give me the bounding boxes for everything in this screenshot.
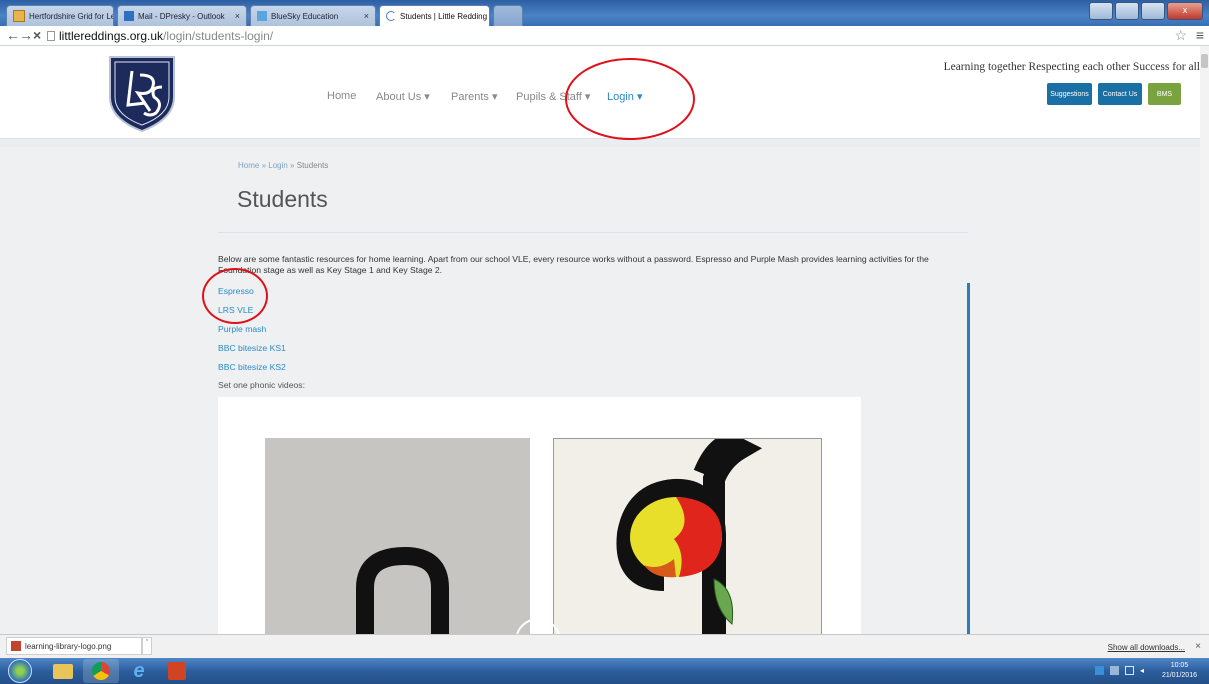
tab-close-icon[interactable]: ×	[358, 11, 369, 21]
windows-taskbar: e ◂	[0, 658, 1209, 684]
taskbar-clock[interactable]: 10:05 21/01/2016	[1162, 661, 1197, 681]
tray-app-icon[interactable]	[1095, 666, 1104, 675]
url-path: /login/students-login/	[163, 29, 274, 43]
link-purple-mash[interactable]: Purple mash	[218, 324, 266, 334]
letter-a-card-apple	[553, 432, 822, 635]
page-scrollbar[interactable]	[1200, 46, 1209, 634]
network-icon[interactable]	[1125, 666, 1134, 675]
mail-favicon-icon	[124, 11, 134, 21]
taskbar-powerpoint[interactable]	[159, 659, 195, 683]
chrome-icon	[92, 662, 110, 680]
tab-label: Hertfordshire Grid for Lea	[29, 11, 114, 21]
clock-date: 21/01/2016	[1161, 672, 1197, 679]
close-window-icon[interactable]: x	[1167, 2, 1203, 20]
tab-strip: Hertfordshire Grid for Lea × Mail - DPre…	[0, 0, 1209, 26]
link-bbc-bitesize-ks1[interactable]: BBC bitesize KS1	[218, 343, 286, 353]
back-icon[interactable]: ←	[6, 27, 20, 43]
breadcrumb-current: Students	[296, 161, 329, 170]
folder-icon	[53, 663, 73, 679]
downloads-bar	[0, 634, 1209, 659]
page-title: Students	[237, 186, 328, 212]
forward-icon[interactable]: →	[19, 27, 33, 43]
phonic-videos-label: Set one phonic videos:	[218, 380, 305, 390]
apple-letter-a-icon	[616, 432, 763, 634]
chrome-menu-icon[interactable]: ≡	[1196, 27, 1204, 43]
image-file-icon	[11, 641, 21, 651]
new-tab-button[interactable]	[493, 5, 523, 26]
tab-label: Mail - DPresky - Outlook	[138, 11, 225, 21]
url-field[interactable]: littlereddings.org.uk/login/students-log…	[44, 29, 273, 43]
show-all-downloads-link[interactable]: Show all downloads...	[1108, 643, 1185, 652]
grid-favicon-icon	[13, 10, 25, 22]
volume-icon[interactable]: ◂	[1140, 666, 1149, 675]
nav-about-us[interactable]: About Us ▾	[376, 90, 430, 103]
restore-down-icon[interactable]	[1089, 2, 1113, 20]
tab-hertfordshire[interactable]: Hertfordshire Grid for Lea ×	[6, 5, 114, 26]
download-item[interactable]: learning-library-logo.png	[6, 637, 142, 655]
annotation-circle-links	[202, 268, 268, 324]
internet-explorer-icon: e	[133, 659, 145, 682]
scrollbar-thumb[interactable]	[1201, 54, 1208, 68]
taskbar-explorer[interactable]	[45, 659, 81, 683]
tab-outlook[interactable]: Mail - DPresky - Outlook ×	[117, 5, 247, 26]
title-divider	[218, 232, 968, 233]
page-icon	[47, 31, 55, 41]
school-tagline: Learning together Respecting each other …	[943, 61, 1200, 73]
tab-close-icon[interactable]: ×	[487, 11, 489, 21]
address-bar: ← → × littlereddings.org.uk/login/studen…	[0, 26, 1209, 46]
bluesky-favicon-icon	[257, 11, 267, 21]
tab-label: BlueSky Education	[271, 11, 339, 21]
url-host: littlereddings.org.uk	[59, 29, 164, 43]
school-crest-logo[interactable]	[106, 53, 178, 133]
maximize-icon[interactable]	[1141, 2, 1165, 20]
download-file-name: learning-library-logo.png	[25, 641, 112, 651]
letter-a-glyph-icon	[356, 546, 449, 635]
tray-flag-icon[interactable]	[1110, 666, 1119, 675]
download-menu-chevron-icon[interactable]: ˆ	[142, 637, 152, 655]
link-bbc-bitesize-ks2[interactable]: BBC bitesize KS2	[218, 362, 286, 372]
tab-close-icon[interactable]: ×	[229, 11, 240, 21]
tab-bluesky[interactable]: BlueSky Education ×	[250, 5, 376, 26]
powerpoint-icon	[168, 662, 186, 680]
suggestions-button[interactable]: Suggestions	[1047, 83, 1092, 105]
breadcrumb-home[interactable]: Home	[238, 161, 259, 170]
intro-text: Below are some fantastic resources for h…	[218, 254, 929, 275]
start-button[interactable]	[6, 659, 34, 683]
annotation-circle-login	[565, 58, 695, 140]
nav-parents[interactable]: Parents ▾	[451, 90, 498, 103]
breadcrumb-login[interactable]: Login	[268, 161, 288, 170]
loading-spinner-icon	[386, 11, 396, 21]
window-controls: x	[1089, 2, 1203, 20]
windows-start-icon	[8, 659, 32, 683]
stop-icon[interactable]: ×	[33, 27, 41, 43]
breadcrumb-separator: »	[287, 161, 297, 170]
taskbar-internet-explorer[interactable]: e	[121, 659, 157, 683]
letter-a-card-plain	[265, 438, 530, 635]
breadcrumb-separator: »	[259, 161, 269, 170]
minimize-icon[interactable]	[1115, 2, 1139, 20]
bookmark-star-icon[interactable]: ☆	[1174, 27, 1187, 44]
tab-label: Students | Little Redding	[400, 11, 488, 21]
contact-us-button[interactable]: Contact Us	[1098, 83, 1142, 105]
taskbar-chrome[interactable]	[83, 659, 119, 683]
nav-home[interactable]: Home	[327, 90, 356, 102]
clock-time: 10:05	[1170, 662, 1189, 669]
downloads-close-icon[interactable]: ×	[1195, 641, 1201, 652]
system-tray: ◂	[1095, 666, 1149, 675]
bms-button[interactable]: BMS	[1148, 83, 1181, 105]
breadcrumb: Home » Login » Students	[238, 161, 328, 170]
tab-students[interactable]: Students | Little Redding ×	[379, 5, 490, 26]
header-divider	[0, 138, 1200, 147]
sidebar-accent-line	[967, 283, 970, 635]
